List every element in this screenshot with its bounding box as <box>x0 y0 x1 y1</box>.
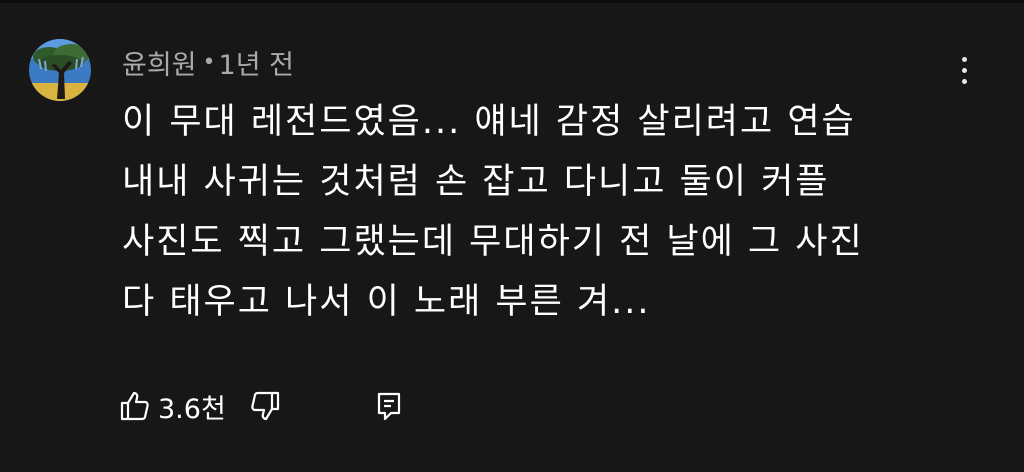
like-count: 3.6천 <box>158 393 226 425</box>
comment-time[interactable]: 1년 전 <box>219 43 294 82</box>
comment-meta: 윤희원 • 1년 전 <box>122 42 294 82</box>
author-name[interactable]: 윤희원 <box>122 43 197 82</box>
comment-line: 사진도 찍고 그랬는데 무대하기 전 날에 그 사진 <box>122 222 864 262</box>
meta-separator: • <box>202 49 216 75</box>
reply-button[interactable] <box>374 389 404 423</box>
reply-comment-icon <box>377 392 400 421</box>
comment-text: 이 무대 레전드였음... 얘네 감정 살리려고 연습 내내 사귀는 것처럼 손… <box>122 92 982 332</box>
top-edge-divider <box>0 0 1024 3</box>
comment-line: 다 태우고 나서 이 노래 부른 겨... <box>122 282 651 322</box>
more-actions-button[interactable] <box>948 50 980 90</box>
comment-line: 내내 사귀는 것처럼 손 잡고 다니고 둘이 커플 <box>122 162 830 202</box>
like-button[interactable] <box>118 389 152 423</box>
author-avatar[interactable] <box>29 39 91 101</box>
comment-line: 이 무대 레전드였음... 얘네 감정 살리려고 연습 <box>122 102 856 142</box>
dislike-button[interactable] <box>248 389 282 423</box>
more-vert-icon <box>961 56 967 62</box>
comment-actions: 3.6천 <box>118 384 404 428</box>
thumb-down-icon <box>251 391 279 421</box>
avatar-tree-image <box>29 39 91 101</box>
thumb-up-icon <box>120 391 149 421</box>
